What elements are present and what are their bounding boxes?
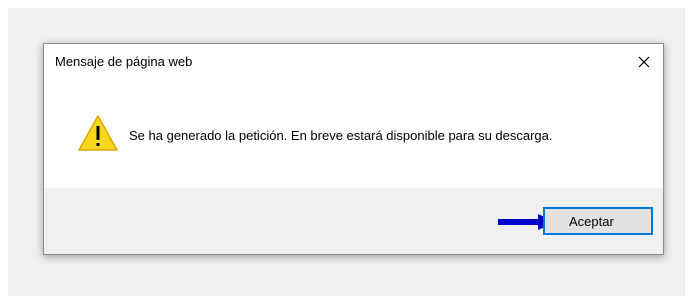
warning-icon (78, 115, 118, 151)
dialog-title: Mensaje de página web (55, 54, 193, 69)
ok-button-label: Aceptar (569, 213, 614, 229)
dialog-titlebar: Mensaje de página web (44, 44, 663, 80)
ok-button[interactable]: Aceptar (543, 207, 653, 235)
message-dialog: Mensaje de página web Se ha generado la … (43, 43, 664, 255)
close-button[interactable] (631, 49, 657, 75)
dialog-footer: Aceptar (44, 188, 663, 254)
dialog-content: Se ha generado la petición. En breve est… (44, 80, 663, 190)
dialog-message: Se ha generado la petición. En breve est… (129, 128, 553, 143)
close-icon (638, 56, 650, 68)
